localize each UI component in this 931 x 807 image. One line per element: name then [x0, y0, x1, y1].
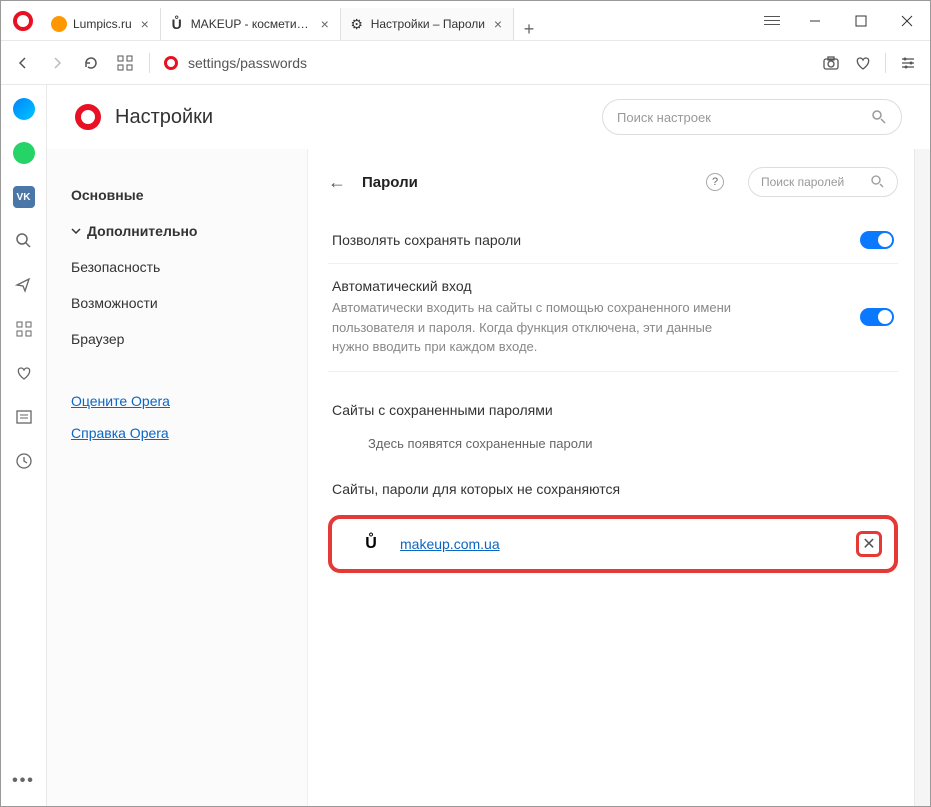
bookmarks-icon[interactable] — [12, 361, 36, 385]
tab-title: Lumpics.ru — [73, 17, 132, 31]
close-button[interactable] — [884, 1, 930, 41]
saved-passwords-title: Сайты с сохраненными паролями — [332, 402, 898, 418]
gear-icon: ⚙ — [349, 16, 365, 32]
saved-passwords-empty: Здесь появятся сохраненные пароли — [328, 436, 898, 451]
navbar: settings/passwords — [1, 41, 930, 85]
search-placeholder: Поиск настроек — [617, 110, 711, 125]
easy-setup-icon[interactable] — [898, 53, 918, 73]
history-icon[interactable] — [12, 449, 36, 473]
search-icon — [871, 109, 887, 125]
opera-menu-icon[interactable] — [11, 9, 35, 33]
reload-button[interactable] — [81, 53, 101, 73]
close-icon[interactable]: × — [491, 17, 505, 31]
favicon-icon — [51, 16, 67, 32]
auto-login-label: Автоматический вход — [332, 278, 752, 294]
back-button[interactable] — [13, 53, 33, 73]
messenger-icon[interactable] — [12, 97, 36, 121]
nav-label: Дополнительно — [87, 223, 197, 239]
page-title: Настройки — [115, 106, 213, 129]
vk-icon[interactable]: VK — [12, 185, 36, 209]
divider — [149, 53, 150, 73]
new-tab-button[interactable]: + — [514, 19, 544, 40]
whatsapp-icon[interactable] — [12, 141, 36, 165]
auto-login-desc: Автоматически входить на сайты с помощью… — [332, 298, 752, 357]
never-save-title: Сайты, пароли для которых не сохраняются — [332, 481, 898, 497]
content: Настройки Поиск настроек Основные Дополн… — [47, 85, 930, 806]
rate-opera-link[interactable]: Оцените Opera — [71, 385, 307, 417]
minimize-button[interactable] — [792, 1, 838, 41]
tab-settings[interactable]: ⚙ Настройки – Пароли × — [341, 8, 514, 40]
news-icon[interactable] — [12, 405, 36, 429]
allow-save-toggle[interactable] — [860, 231, 894, 249]
search-icon[interactable] — [12, 229, 36, 253]
heart-icon[interactable] — [853, 53, 873, 73]
nav-security[interactable]: Безопасность — [71, 249, 307, 285]
speed-dial-icon[interactable] — [12, 317, 36, 341]
favicon-icon: Ů — [169, 16, 185, 32]
section-title: Пароли — [362, 174, 418, 191]
opera-icon — [164, 56, 178, 70]
nav-features[interactable]: Возможности — [71, 285, 307, 321]
settings-nav: Основные Дополнительно Безопасность Возм… — [47, 149, 307, 806]
search-passwords-input[interactable]: Поиск паролей — [748, 167, 898, 197]
settings-header: Настройки Поиск настроек — [47, 85, 930, 149]
never-save-item: Ů makeup.com.ua ✕ — [328, 515, 898, 573]
auto-login-toggle[interactable] — [860, 308, 894, 326]
section-header: ← Пароли ? Поиск паролей — [328, 167, 898, 197]
allow-save-row: Позволять сохранять пароли — [328, 217, 898, 264]
tab-title: Настройки – Пароли — [371, 17, 485, 31]
snapshot-icon[interactable] — [821, 53, 841, 73]
remove-never-button[interactable]: ✕ — [856, 531, 882, 557]
sidebar: VK ••• — [1, 85, 47, 806]
close-icon[interactable]: × — [318, 17, 332, 31]
browser-window: Lumpics.ru × Ů MAKEUP - косметика и па ×… — [0, 0, 931, 807]
nav-browser[interactable]: Браузер — [71, 321, 307, 357]
tab-title: MAKEUP - косметика и па — [191, 17, 312, 31]
back-arrow-icon[interactable]: ← — [328, 172, 346, 193]
settings-body: Основные Дополнительно Безопасность Возм… — [47, 149, 930, 806]
search-icon — [871, 175, 885, 189]
close-icon[interactable]: × — [138, 17, 152, 31]
nav-main[interactable]: Основные — [71, 177, 307, 213]
nav-advanced[interactable]: Дополнительно — [71, 213, 307, 249]
settings-main: ← Пароли ? Поиск паролей Позволять сохра… — [307, 149, 914, 806]
tab-makeup[interactable]: Ů MAKEUP - косметика и па × — [161, 8, 341, 40]
site-favicon-icon: Ů — [362, 535, 380, 553]
tabs: Lumpics.ru × Ů MAKEUP - косметика и па ×… — [43, 1, 752, 40]
body: VK ••• Настройки Поиск настроек Основные — [1, 85, 930, 806]
search-placeholder: Поиск паролей — [761, 175, 844, 189]
search-settings-input[interactable]: Поиск настроек — [602, 99, 902, 135]
divider — [885, 53, 886, 73]
scrollbar[interactable] — [914, 149, 930, 806]
chevron-down-icon — [71, 226, 81, 236]
auto-login-row: Автоматический вход Автоматически входит… — [328, 264, 898, 372]
tab-lumpics[interactable]: Lumpics.ru × — [43, 8, 161, 40]
more-icon[interactable]: ••• — [12, 772, 35, 790]
flow-icon[interactable] — [12, 273, 36, 297]
never-save-link[interactable]: makeup.com.ua — [400, 536, 500, 552]
url-text: settings/passwords — [188, 55, 307, 71]
maximize-button[interactable] — [838, 1, 884, 41]
allow-save-label: Позволять сохранять пароли — [332, 232, 521, 248]
help-opera-link[interactable]: Справка Opera — [71, 417, 307, 449]
address-bar[interactable]: settings/passwords — [164, 55, 807, 71]
forward-button[interactable] — [47, 53, 67, 73]
speed-dial-icon[interactable] — [115, 53, 135, 73]
titlebar: Lumpics.ru × Ů MAKEUP - косметика и па ×… — [1, 1, 930, 41]
window-controls — [792, 1, 930, 41]
opera-icon — [75, 104, 101, 130]
hamburger-icon[interactable] — [752, 1, 792, 41]
help-icon[interactable]: ? — [706, 173, 724, 191]
